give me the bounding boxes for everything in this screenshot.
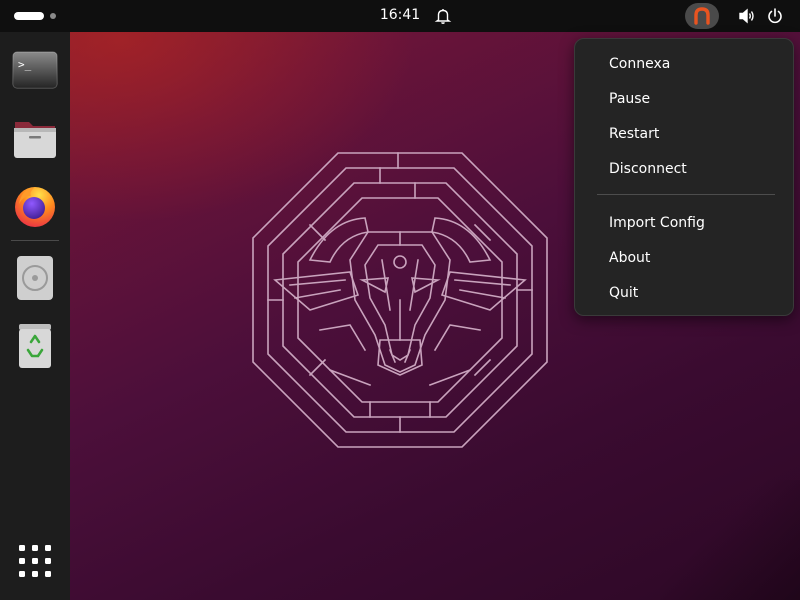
ubuntu-maze-logo <box>252 152 548 448</box>
power-icon[interactable] <box>766 7 784 25</box>
menu-item-disconnect[interactable]: Disconnect <box>575 152 793 186</box>
trash-icon <box>19 324 51 368</box>
connexa-tray-icon <box>694 7 710 25</box>
top-bar: 16:41 <box>0 0 800 32</box>
workspace-dot[interactable] <box>50 13 56 19</box>
menu-item-import-config[interactable]: Import Config <box>575 206 793 240</box>
dock-item-terminal[interactable]: >_ <box>11 46 59 94</box>
menu-item-restart[interactable]: Restart <box>575 117 793 151</box>
connexa-tray-button[interactable] <box>685 3 719 29</box>
menu-item-pause[interactable]: Pause <box>575 82 793 116</box>
connexa-tray-menu: Connexa Pause Restart Disconnect Import … <box>574 38 794 316</box>
terminal-icon: >_ <box>12 51 58 89</box>
disc-icon <box>17 256 53 300</box>
dock-item-firefox[interactable] <box>11 182 59 230</box>
menu-item-quit[interactable]: Quit <box>575 276 793 310</box>
clock[interactable]: 16:41 <box>372 7 428 23</box>
app-grid-icon[interactable] <box>19 545 51 577</box>
dock: >_ <box>0 32 70 600</box>
volume-icon[interactable] <box>738 8 756 24</box>
activities-indicator[interactable] <box>14 12 44 20</box>
menu-separator <box>597 194 775 195</box>
dock-item-trash[interactable] <box>11 322 59 370</box>
menu-item-about[interactable]: About <box>575 241 793 275</box>
folder-icon <box>14 122 56 158</box>
menu-item-connexa[interactable]: Connexa <box>575 47 793 81</box>
svg-text:>_: >_ <box>18 58 32 71</box>
notification-bell-icon[interactable] <box>434 7 452 25</box>
dock-item-files[interactable] <box>11 114 59 162</box>
dock-item-disc[interactable] <box>11 254 59 302</box>
dock-separator <box>11 240 59 241</box>
firefox-icon <box>15 187 55 227</box>
